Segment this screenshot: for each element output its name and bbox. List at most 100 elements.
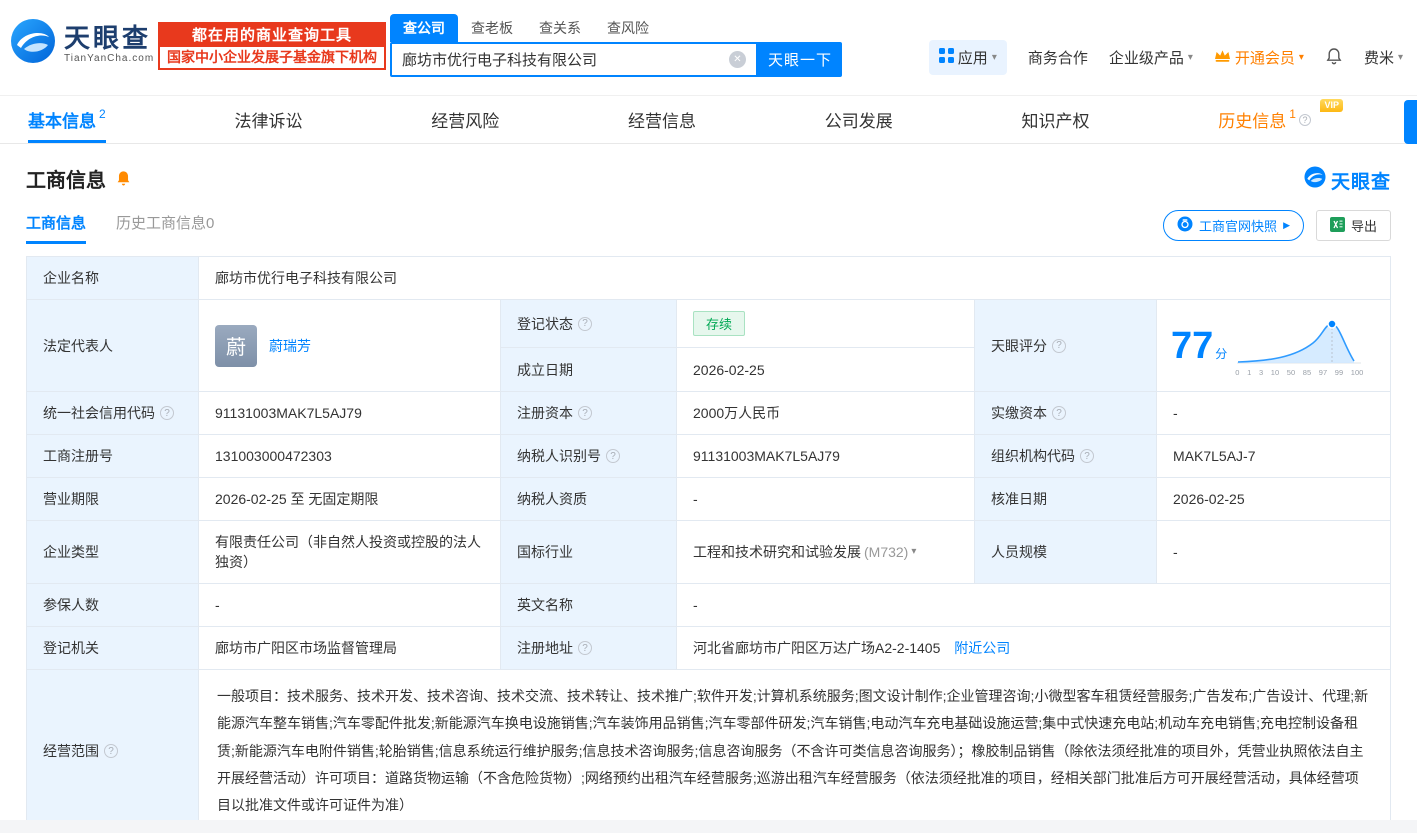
address-label: 注册地址? [501,627,677,670]
notification-bell[interactable] [1325,47,1343,69]
industry-name: 工程和技术研究和试验发展 [693,542,861,562]
tianyancha-watermark-icon [1304,166,1326,194]
reg-status-label: 登记状态? [501,300,677,348]
table-row: 登记机关 廊坊市广阳区市场监督管理局 注册地址? 河北省廊坊市广阳区万达广场A2… [27,627,1391,670]
search-tab-boss[interactable]: 查老板 [458,14,526,42]
chevron-down-icon: ▾ [1398,53,1403,63]
search-input-box[interactable]: ✕ [390,42,758,77]
tab-basic-info[interactable]: 基本信息 2 [28,96,106,143]
tianyancha-watermark: 天眼查 [1304,166,1391,194]
staff-size-label: 人员规模 [975,521,1157,584]
business-term-label: 营业期限 [27,478,199,521]
legal-rep-link[interactable]: 蔚瑞芳 [269,336,311,356]
tianyancha-watermark-text: 天眼查 [1331,167,1391,194]
info-icon[interactable]: ? [578,641,592,655]
tianyancha-logo-icon [10,18,56,69]
staff-size-value: - [1157,521,1391,584]
tab-company-development[interactable]: 公司发展 [825,96,893,143]
promo-slogan-line1: 都在用的商业查询工具 [160,24,384,47]
subtab-business-info[interactable]: 工商信息 [26,212,86,244]
score-value: 77 [1171,325,1213,367]
taxpayer-quality-value: - [677,478,975,521]
search-tab-company[interactable]: 查公司 [390,14,458,42]
paid-capital-value: - [1157,392,1391,435]
snapshot-icon [1177,216,1193,235]
tianyancha-logo[interactable]: 天眼查 TianYanCha.com [10,18,154,69]
info-icon[interactable]: ? [160,406,174,420]
business-info-subtabs: 工商信息 历史工商信息0 工商官网快照 ▶ [26,210,1391,244]
establish-date-value: 2026-02-25 [677,348,975,392]
score-curve-chart: 0131050859799100 [1235,315,1363,377]
company-name-value: 廊坊市优行电子科技有限公司 [199,257,1391,300]
user-name-label: 费米 [1364,47,1394,68]
address-value: 河北省廊坊市广阳区万达广场A2-2-1405 附近公司 [677,627,1391,670]
business-term-value: 2026-02-25 至 无固定期限 [199,478,501,521]
info-icon[interactable]: ? [578,406,592,420]
business-scope-value: 一般项目：技术服务、技术开发、技术咨询、技术交流、技术转让、技术推广;软件开发;… [199,670,1391,833]
vip-upgrade-menu[interactable]: 开通会员 ▾ [1214,47,1304,68]
tab-history-info-count: 1 [1289,107,1296,121]
table-row: 统一社会信用代码? 91131003MAK7L5AJ79 注册资本? 2000万… [27,392,1391,435]
official-snapshot-label: 工商官网快照 [1199,216,1277,235]
help-icon[interactable]: ? [1299,114,1311,126]
reg-no-value: 131003000472303 [199,435,501,478]
english-name-value: - [677,584,1391,627]
chevron-down-icon: ▾ [1188,53,1193,63]
enterprise-products-label: 企业级产品 [1109,47,1184,68]
top-header: 天眼查 TianYanCha.com 都在用的商业查询工具 国家中小企业发展子基… [0,0,1417,95]
org-code-label: 组织机构代码? [975,435,1157,478]
info-icon[interactable]: ? [606,449,620,463]
footer-strip [0,820,1417,833]
apps-menu[interactable]: 应用 ▾ [929,40,1007,75]
search-tabs: 查公司 查老板 查关系 查风险 [390,14,842,42]
tab-operation-risk[interactable]: 经营风险 [431,96,499,143]
side-float-handle[interactable] [1404,100,1417,144]
score-cell: 77分 0131050859799100 [1157,300,1391,392]
table-row: 工商注册号 131003000472303 纳税人识别号? 91131003MA… [27,435,1391,478]
enterprise-products-menu[interactable]: 企业级产品 ▾ [1109,47,1193,68]
search-tab-risk[interactable]: 查风险 [594,14,662,42]
user-account-menu[interactable]: 费米 ▾ [1364,47,1403,68]
info-icon[interactable]: ? [578,317,592,331]
org-code-value: MAK7L5AJ-7 [1157,435,1391,478]
info-icon[interactable]: ? [104,744,118,758]
search-button[interactable]: 天眼一下 [758,42,842,77]
tab-history-info[interactable]: 历史信息 1 ? VIP [1218,96,1337,143]
header-menu: 应用 ▾ 商务合作 企业级产品 ▾ 开通会员 ▾ [929,40,1403,75]
english-name-label: 英文名称 [501,584,677,627]
export-button[interactable]: 导出 [1316,210,1391,241]
table-row: 法定代表人 蔚 蔚瑞芳 登记状态? 存续 天眼评分? [27,300,1391,348]
tab-basic-info-count: 2 [99,107,106,121]
company-type-value: 有限责任公司（非自然人投资或控股的法人独资） [199,521,501,584]
tab-intellectual-property[interactable]: 知识产权 [1022,96,1090,143]
reg-authority-label: 登记机关 [27,627,199,670]
search-input[interactable] [402,51,729,68]
table-row: 参保人数 - 英文名称 - [27,584,1391,627]
search-tab-relation[interactable]: 查关系 [526,14,594,42]
taxpayer-id-label: 纳税人识别号? [501,435,677,478]
table-row: 企业类型 有限责任公司（非自然人投资或控股的法人独资） 国标行业 工程和技术研究… [27,521,1391,584]
clear-search-icon[interactable]: ✕ [729,51,746,68]
chevron-down-icon[interactable]: ▾ [911,547,916,557]
score-label: 天眼评分? [975,300,1157,392]
info-icon[interactable]: ? [1052,406,1066,420]
info-icon[interactable]: ? [1080,449,1094,463]
monitor-bell-icon[interactable] [115,170,132,187]
legal-rep-cell: 蔚 蔚瑞芳 [199,300,501,392]
info-icon[interactable]: ? [1052,339,1066,353]
tab-legal-proceedings[interactable]: 法律诉讼 [234,96,302,143]
reg-capital-label: 注册资本? [501,392,677,435]
business-cooperation-label: 商务合作 [1028,47,1088,68]
taxpayer-quality-label: 纳税人资质 [501,478,677,521]
nearby-companies-link[interactable]: 附近公司 [954,640,1010,656]
company-name-label: 企业名称 [27,257,199,300]
tab-operation-info[interactable]: 经营信息 [628,96,696,143]
subtab-history-business-info[interactable]: 历史工商信息0 [116,212,214,244]
legal-rep-avatar[interactable]: 蔚 [215,325,257,367]
business-cooperation-link[interactable]: 商务合作 [1028,47,1088,68]
industry-label: 国标行业 [501,521,677,584]
uscc-value: 91131003MAK7L5AJ79 [199,392,501,435]
play-icon: ▶ [1283,220,1290,231]
official-snapshot-button[interactable]: 工商官网快照 ▶ [1163,210,1304,241]
company-type-label: 企业类型 [27,521,199,584]
